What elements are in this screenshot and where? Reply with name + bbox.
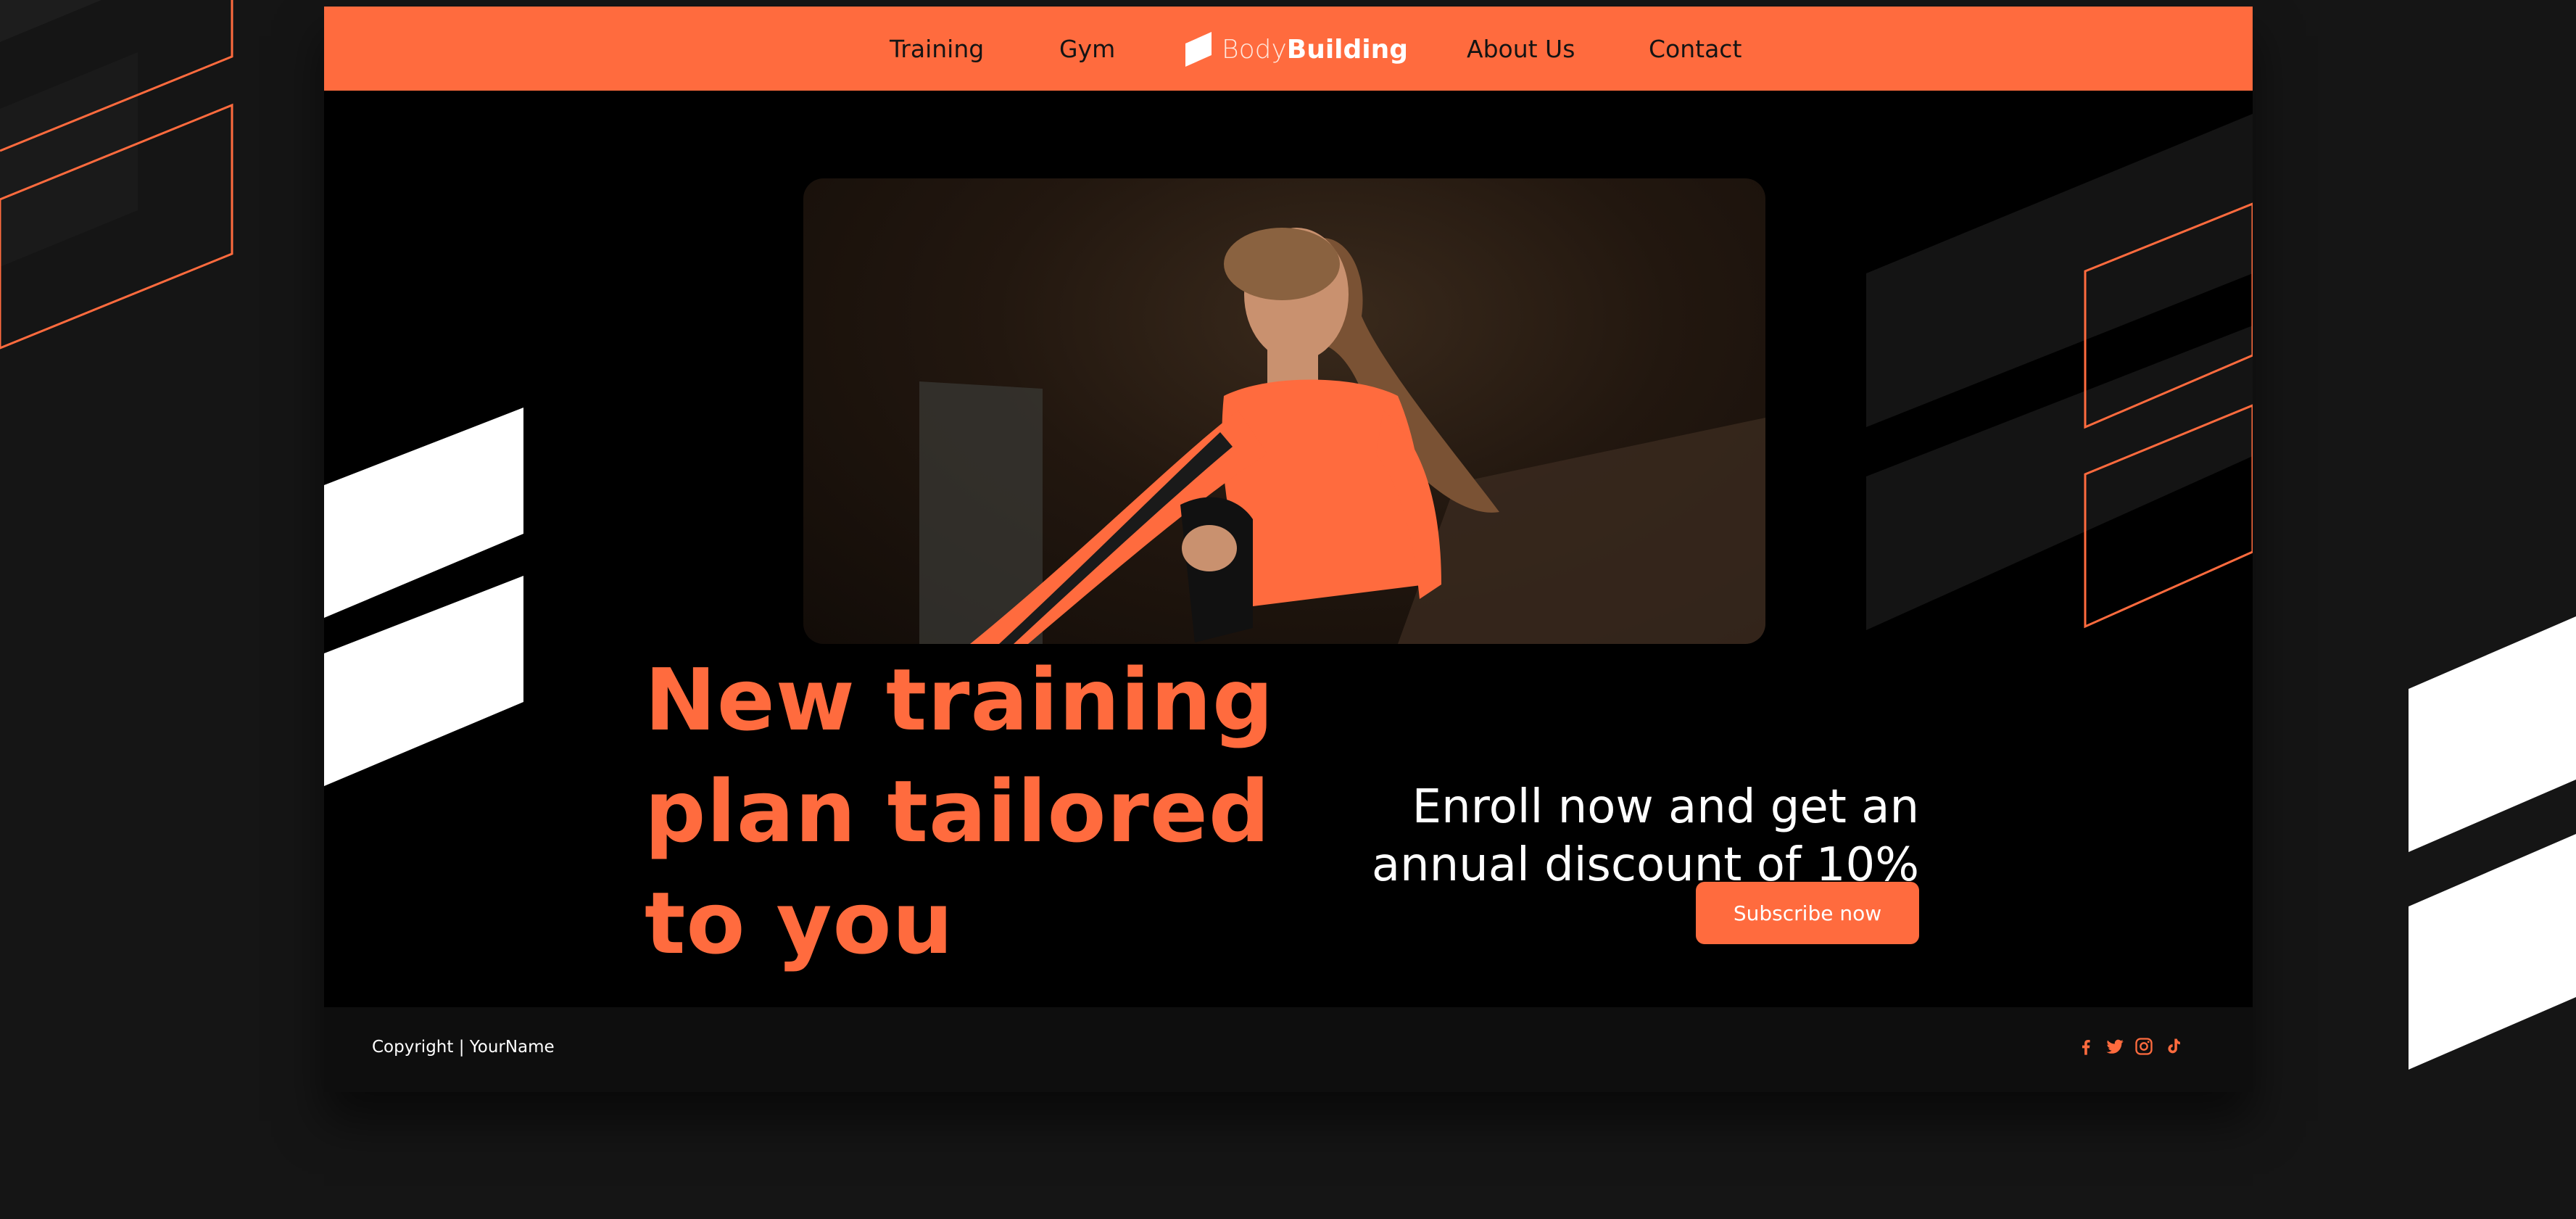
nav-link-training[interactable]: Training (890, 33, 984, 66)
card-stripe-white (324, 576, 523, 786)
bg-stripe-white (2409, 616, 2576, 852)
facebook-icon[interactable] (2076, 1036, 2096, 1057)
brand-name-light: Body (1222, 34, 1287, 65)
twitter-icon[interactable] (2105, 1036, 2125, 1057)
hero-headline-line: plan tailored (645, 761, 1271, 862)
hero-headline: New training plan tailored to you (645, 644, 1370, 979)
athlete-running-photo (919, 228, 1765, 644)
nav-link-about-us[interactable]: About Us (1467, 33, 1575, 66)
bg-stripe-white (2409, 834, 2576, 1070)
nav-link-contact[interactable]: Contact (1649, 33, 1742, 66)
landing-card: Training Gym BodyBuilding About Us Conta… (324, 7, 2253, 1092)
copyright-text: Copyright | YourName (372, 1038, 555, 1057)
bg-band-dark (0, 0, 102, 42)
bodybuilding-logo-icon (1185, 32, 1212, 67)
instagram-icon[interactable] (2134, 1036, 2154, 1057)
top-navbar: Training Gym BodyBuilding About Us Conta… (324, 7, 2253, 91)
card-stripe-white (324, 408, 523, 618)
nav-link-gym[interactable]: Gym (1059, 33, 1115, 66)
brand-name-bold: Building (1286, 34, 1409, 65)
offer-text: Enroll now and get an annual discount of… (1267, 778, 1919, 894)
offer-line: Enroll now and get an (1412, 780, 1919, 834)
bg-band-dark (0, 52, 138, 267)
footer: Copyright | YourName (324, 1007, 2253, 1092)
tiktok-icon[interactable] (2163, 1036, 2183, 1057)
hero-headline-line: New training (645, 650, 1275, 751)
social-links (2067, 1036, 2183, 1057)
hero-photo (803, 178, 1765, 644)
brand-logo[interactable]: BodyBuilding (1185, 31, 1408, 67)
brand-name: BodyBuilding (1222, 35, 1408, 65)
subscribe-button[interactable]: Subscribe now (1696, 882, 1919, 944)
hero-headline-line: to you (645, 873, 954, 974)
